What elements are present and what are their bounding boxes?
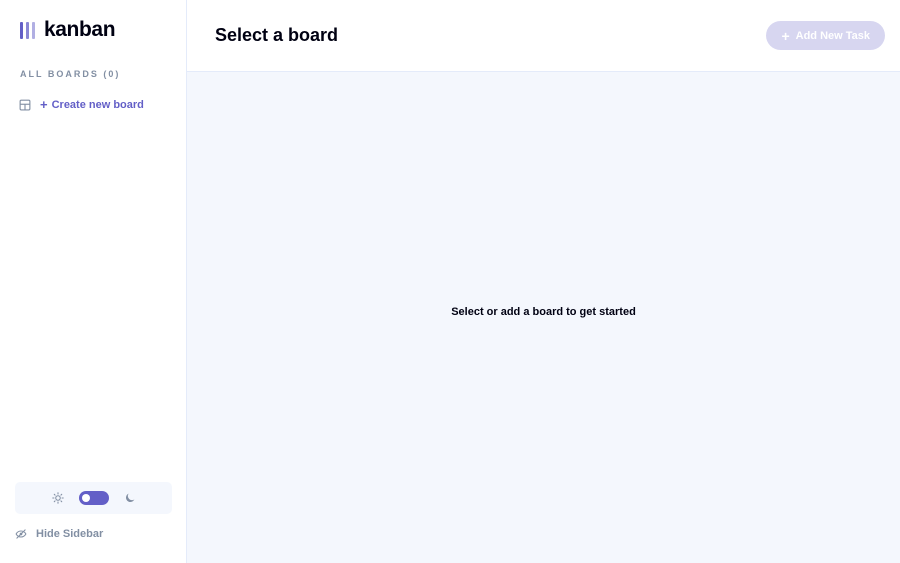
sidebar: kanban ALL BOARDS (0) + Create new board — [0, 0, 187, 563]
plus-icon: + — [40, 97, 48, 112]
board-area: Select or add a board to get started — [187, 72, 900, 563]
create-board-label-group: + Create new board — [40, 98, 144, 111]
eye-slash-icon — [15, 529, 27, 539]
theme-switch-knob — [81, 494, 90, 502]
kanban-logo-icon — [20, 21, 35, 39]
theme-toggle — [15, 482, 172, 514]
logo-text: kanban — [44, 18, 116, 41]
empty-state-message: Select or add a board to get started — [451, 305, 636, 318]
theme-switch[interactable] — [78, 491, 109, 505]
add-task-label: Add New Task — [795, 29, 870, 42]
logo: kanban — [20, 18, 116, 42]
app: kanban ALL BOARDS (0) + Create new board — [0, 0, 900, 563]
plus-icon: + — [781, 27, 790, 44]
create-new-board-button[interactable]: + Create new board — [19, 98, 144, 111]
boards-heading: ALL BOARDS (0) — [20, 69, 121, 79]
main-panel: Select a board + Add New Task Select or … — [187, 0, 900, 563]
add-new-task-button[interactable]: + Add New Task — [766, 21, 885, 50]
hide-sidebar-button[interactable]: Hide Sidebar — [15, 528, 103, 540]
header: Select a board + Add New Task — [187, 0, 900, 72]
board-icon — [19, 99, 31, 110]
hide-sidebar-label: Hide Sidebar — [36, 528, 104, 540]
create-board-label: Create new board — [51, 98, 144, 111]
sun-icon — [51, 492, 64, 504]
page-title: Select a board — [215, 25, 339, 45]
moon-icon — [125, 493, 134, 503]
